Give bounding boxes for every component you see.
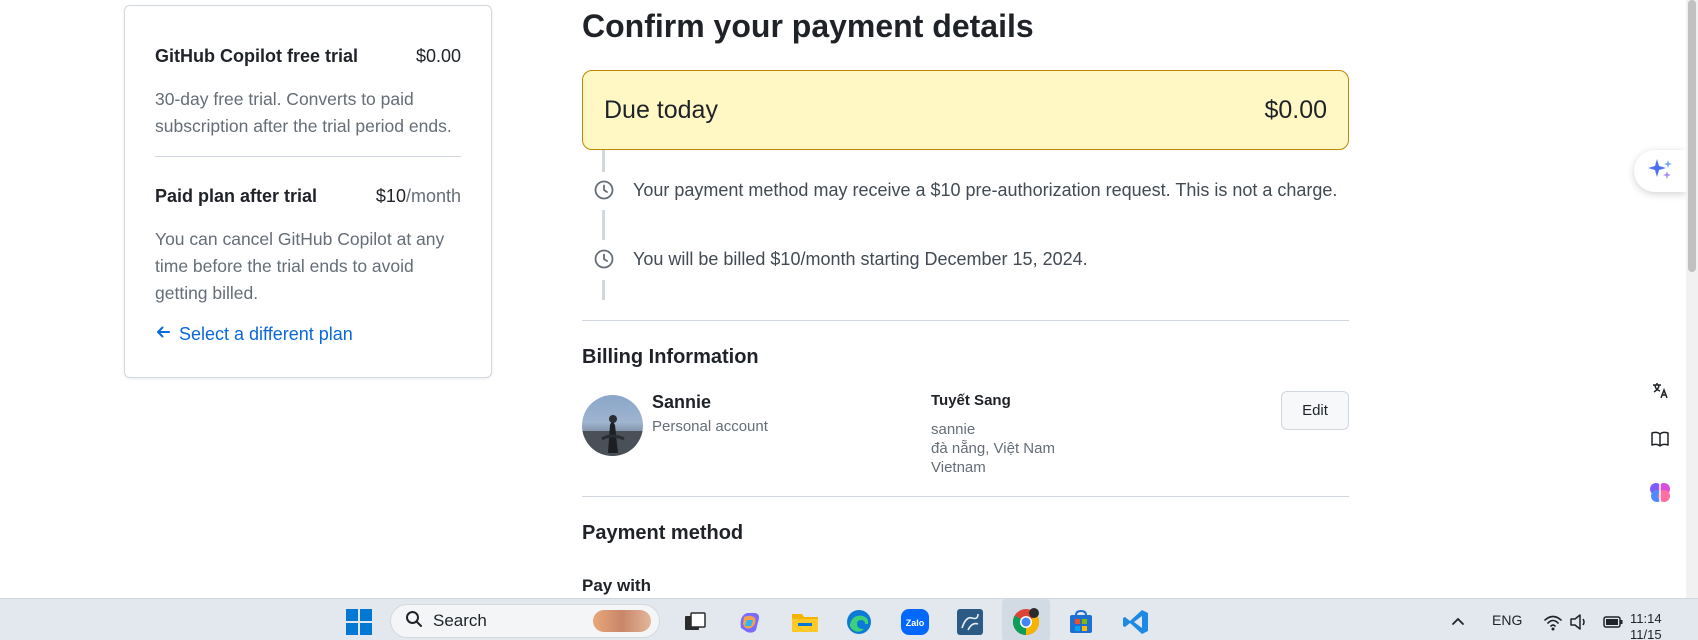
clock-icon <box>588 174 620 206</box>
due-today-label: Due today <box>604 95 718 124</box>
preauth-notice: Your payment method may receive a $10 pr… <box>588 174 1337 206</box>
billing-start-notice-text: You will be billed $10/month starting De… <box>633 248 1088 269</box>
volume-icon[interactable] <box>1564 607 1594 637</box>
microsoft-store-icon[interactable] <box>1066 607 1096 637</box>
due-today-banner: Due today $0.00 <box>582 70 1349 150</box>
edit-billing-button[interactable]: Edit <box>1281 391 1349 430</box>
account-type: Personal account <box>652 418 768 435</box>
reader-button[interactable] <box>1642 423 1678 459</box>
battery-icon[interactable] <box>1598 607 1628 637</box>
billing-address-line: đà nẵng, Việt Nam <box>931 440 1055 457</box>
arrow-left-icon <box>155 324 171 345</box>
book-icon <box>1650 429 1670 454</box>
timeline-connector <box>602 210 605 240</box>
edge-browser-icon[interactable] <box>844 607 874 637</box>
translate-button[interactable] <box>1642 374 1678 410</box>
trial-amount: $0.00 <box>415 46 461 66</box>
billing-name: Tuyết Sang <box>931 392 1011 409</box>
ai-brain-button[interactable] <box>1642 476 1678 512</box>
billing-address-line: sannie <box>931 421 976 438</box>
payment-method-heading: Payment method <box>582 522 744 544</box>
mysql-workbench-icon[interactable] <box>955 607 985 637</box>
paid-plan-label: Paid plan after trial <box>155 186 318 206</box>
timeline-connector <box>602 150 605 172</box>
system-clock[interactable]: 11:14 11/15 <box>1630 611 1662 640</box>
file-explorer-icon[interactable] <box>790 607 820 637</box>
trial-label: GitHub Copilot free trial <box>155 46 359 66</box>
search-icon <box>405 610 423 633</box>
taskbar: Search Zalo ENG 11:14 11/15 <box>0 598 1698 640</box>
trial-description: 30-day free trial. Converts to paid subs… <box>155 89 452 136</box>
pay-with-label: Pay with <box>582 576 651 595</box>
language-indicator[interactable]: ENG <box>1492 612 1522 628</box>
task-view-icon[interactable] <box>680 607 710 637</box>
translate-icon <box>1650 380 1670 405</box>
svg-text:Zalo: Zalo <box>906 618 925 628</box>
billing-information-heading: Billing Information <box>582 346 759 368</box>
select-different-plan-label: Select a different plan <box>179 324 353 344</box>
chrome-icon[interactable] <box>1011 607 1041 637</box>
paid-plan-description: You can cancel GitHub Copilot at any tim… <box>155 229 445 303</box>
windows-start-icon[interactable] <box>344 607 374 637</box>
copilot-app-icon[interactable] <box>734 607 764 637</box>
brain-icon <box>1648 480 1672 509</box>
copilot-sidebar-button[interactable] <box>1634 150 1686 192</box>
billing-address: sannie đà nẵng, Việt Nam Vietnam <box>931 420 1055 477</box>
paid-plan-row: Paid plan after trial $10/month <box>155 186 461 207</box>
page-title: Confirm your payment details <box>582 8 1034 44</box>
timeline-connector <box>602 280 605 300</box>
clock-time: 11:14 <box>1630 611 1662 626</box>
billing-start-notice: You will be billed $10/month starting De… <box>588 243 1088 275</box>
trial-row: GitHub Copilot free trial $0.00 <box>155 46 461 67</box>
chevron-up-icon[interactable] <box>1443 607 1473 637</box>
plan-summary-card: GitHub Copilot free trial $0.00 30-day f… <box>124 5 492 378</box>
search-label: Search <box>433 611 487 630</box>
section-divider <box>582 320 1349 321</box>
search-highlight-image <box>593 610 651 632</box>
taskbar-search[interactable]: Search <box>390 604 660 638</box>
vscode-icon[interactable] <box>1121 607 1151 637</box>
section-divider <box>582 496 1349 497</box>
clock-date: 11/15 <box>1630 627 1662 640</box>
clock-icon <box>588 243 620 275</box>
select-different-plan-link[interactable]: Select a different plan <box>155 324 353 345</box>
paid-plan-price: $10/month <box>376 186 461 207</box>
preauth-notice-text: Your payment method may receive a $10 pr… <box>633 179 1338 200</box>
billing-address-line: Vietnam <box>931 459 986 476</box>
due-today-amount: $0.00 <box>1264 95 1327 124</box>
zalo-icon[interactable]: Zalo <box>900 607 930 637</box>
account-name: Sannie <box>652 392 712 412</box>
paid-plan-amount: $10 <box>375 186 406 206</box>
page-scrollbar[interactable] <box>1686 0 1698 598</box>
summary-divider <box>155 156 461 157</box>
paid-plan-unit: /month <box>405 186 461 206</box>
scrollbar-thumb[interactable] <box>1688 0 1696 272</box>
avatar <box>582 395 643 456</box>
sparkle-icon <box>1645 157 1675 186</box>
